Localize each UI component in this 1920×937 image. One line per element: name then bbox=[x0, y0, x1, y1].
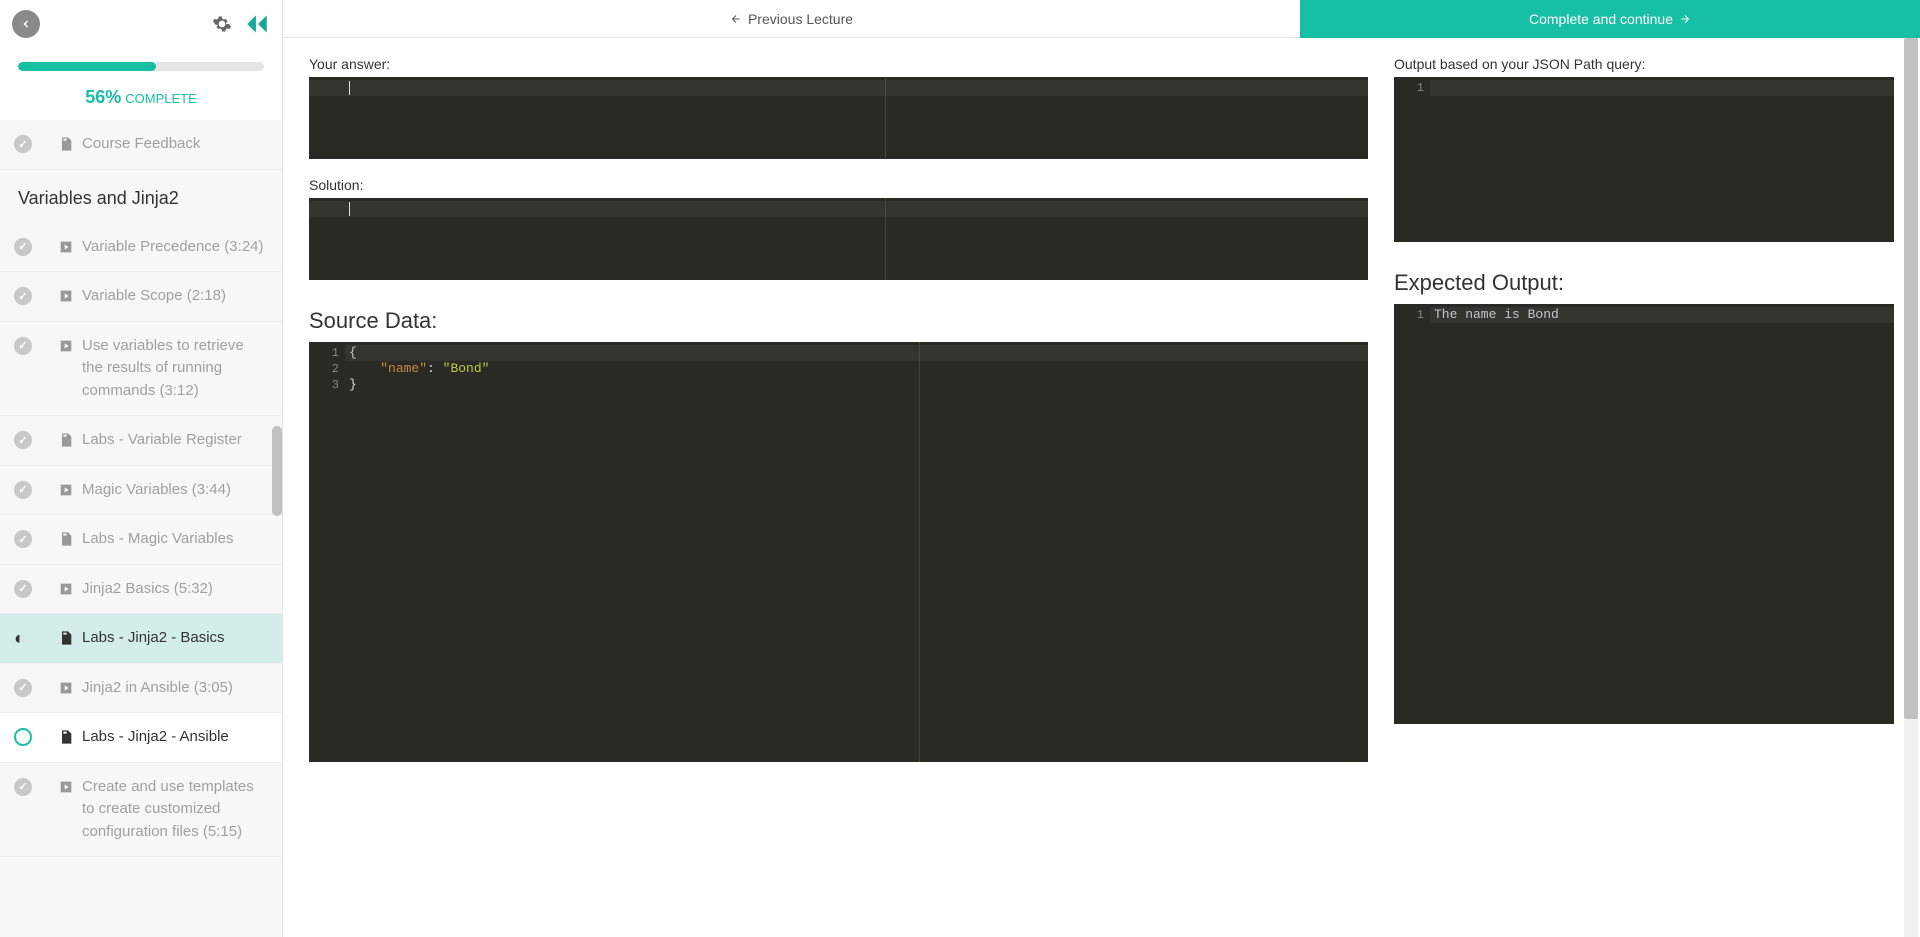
sidebar-item-feedback[interactable]: Course Feedback bbox=[0, 120, 282, 170]
sidebar-item-0[interactable]: Variable Precedence (3:24) bbox=[0, 223, 282, 273]
video-icon bbox=[58, 680, 74, 696]
status-done-icon bbox=[14, 481, 32, 499]
progress-label: 56%COMPLETE bbox=[0, 77, 282, 120]
previous-lecture-button[interactable]: Previous Lecture bbox=[283, 0, 1300, 38]
expected-output-label: Expected Output: bbox=[1394, 270, 1894, 296]
sidebar-item-4[interactable]: Magic Variables (3:44) bbox=[0, 466, 282, 516]
answer-editor[interactable] bbox=[309, 77, 1368, 159]
sidebar-scrollbar[interactable] bbox=[272, 426, 282, 516]
video-icon bbox=[58, 779, 74, 795]
solution-editor[interactable] bbox=[309, 198, 1368, 280]
source-data-editor[interactable]: 123 { "name": "Bond" } bbox=[309, 342, 1368, 762]
lesson-text: Variable Precedence (3:24) bbox=[82, 236, 264, 259]
status-done-icon bbox=[14, 778, 32, 796]
sidebar-item-1[interactable]: Variable Scope (2:18) bbox=[0, 272, 282, 322]
sidebar-item-2[interactable]: Use variables to retrieve the results of… bbox=[0, 322, 282, 417]
status-done-icon bbox=[14, 530, 32, 548]
status-half-icon bbox=[14, 629, 32, 647]
answer-label: Your answer: bbox=[309, 56, 1368, 72]
main-scrollbar-thumb[interactable] bbox=[1904, 38, 1918, 719]
sidebar: 56%COMPLETE Course Feedback Variables an… bbox=[0, 0, 283, 937]
sidebar-item-8[interactable]: Jinja2 in Ansible (3:05) bbox=[0, 664, 282, 714]
status-done-icon bbox=[14, 431, 32, 449]
progress-bar-container bbox=[0, 48, 282, 77]
output-label: Output based on your JSON Path query: bbox=[1394, 56, 1894, 72]
video-icon bbox=[58, 239, 74, 255]
content-area: Your answer: Solution: Source Data: 123 bbox=[283, 38, 1920, 937]
video-icon bbox=[58, 338, 74, 354]
sidebar-item-6[interactable]: Jinja2 Basics (5:32) bbox=[0, 565, 282, 615]
complete-continue-button[interactable]: Complete and continue bbox=[1300, 0, 1920, 38]
sidebar-item-10[interactable]: Create and use templates to create custo… bbox=[0, 763, 282, 858]
expected-output-editor[interactable]: 1 The name is Bond bbox=[1394, 304, 1894, 724]
section-title: Variables and Jinja2 bbox=[0, 170, 282, 223]
lesson-text: Magic Variables (3:44) bbox=[82, 479, 231, 502]
lesson-text: Labs - Magic Variables bbox=[82, 528, 233, 551]
lesson-list[interactable]: Course Feedback Variables and Jinja2 Var… bbox=[0, 120, 282, 937]
output-editor[interactable]: 1 bbox=[1394, 77, 1894, 242]
main-scrollbar-track[interactable] bbox=[1904, 38, 1918, 937]
lesson-text: Variable Scope (2:18) bbox=[82, 285, 226, 308]
arrow-left-icon bbox=[730, 13, 742, 25]
lesson-text: Labs - Variable Register bbox=[82, 429, 242, 452]
sidebar-header bbox=[0, 0, 282, 48]
video-icon bbox=[58, 288, 74, 304]
arrow-right-icon bbox=[1679, 13, 1691, 25]
gear-icon[interactable] bbox=[212, 14, 232, 34]
video-icon bbox=[58, 482, 74, 498]
doc-icon bbox=[58, 136, 74, 152]
lesson-text: Use variables to retrieve the results of… bbox=[82, 335, 268, 403]
doc-icon bbox=[58, 531, 74, 547]
status-done-icon bbox=[14, 238, 32, 256]
status-done-icon bbox=[14, 337, 32, 355]
status-done-icon bbox=[14, 135, 32, 153]
doc-icon bbox=[58, 432, 74, 448]
topbar: Previous Lecture Complete and continue bbox=[283, 0, 1920, 38]
sidebar-item-3[interactable]: Labs - Variable Register bbox=[0, 416, 282, 466]
doc-icon bbox=[58, 630, 74, 646]
doc-icon bbox=[58, 729, 74, 745]
status-done-icon bbox=[14, 580, 32, 598]
lesson-text: Create and use templates to create custo… bbox=[82, 776, 268, 844]
status-done-icon bbox=[14, 679, 32, 697]
source-data-label: Source Data: bbox=[309, 308, 1368, 334]
lesson-text: Jinja2 Basics (5:32) bbox=[82, 578, 213, 601]
status-done-icon bbox=[14, 287, 32, 305]
status-empty-icon bbox=[14, 728, 32, 746]
chevron-left-icon bbox=[20, 18, 32, 30]
solution-label: Solution: bbox=[309, 177, 1368, 193]
lesson-text: Jinja2 in Ansible (3:05) bbox=[82, 677, 233, 700]
video-icon bbox=[58, 581, 74, 597]
sidebar-item-7[interactable]: Labs - Jinja2 - Basics bbox=[0, 614, 282, 664]
sidebar-item-5[interactable]: Labs - Magic Variables bbox=[0, 515, 282, 565]
sidebar-item-9[interactable]: Labs - Jinja2 - Ansible bbox=[0, 713, 282, 763]
lesson-text: Labs - Jinja2 - Ansible bbox=[82, 726, 229, 749]
collapse-icon[interactable] bbox=[244, 13, 270, 35]
lesson-text: Labs - Jinja2 - Basics bbox=[82, 627, 225, 650]
back-button[interactable] bbox=[12, 10, 40, 38]
main-content: Previous Lecture Complete and continue Y… bbox=[283, 0, 1920, 937]
